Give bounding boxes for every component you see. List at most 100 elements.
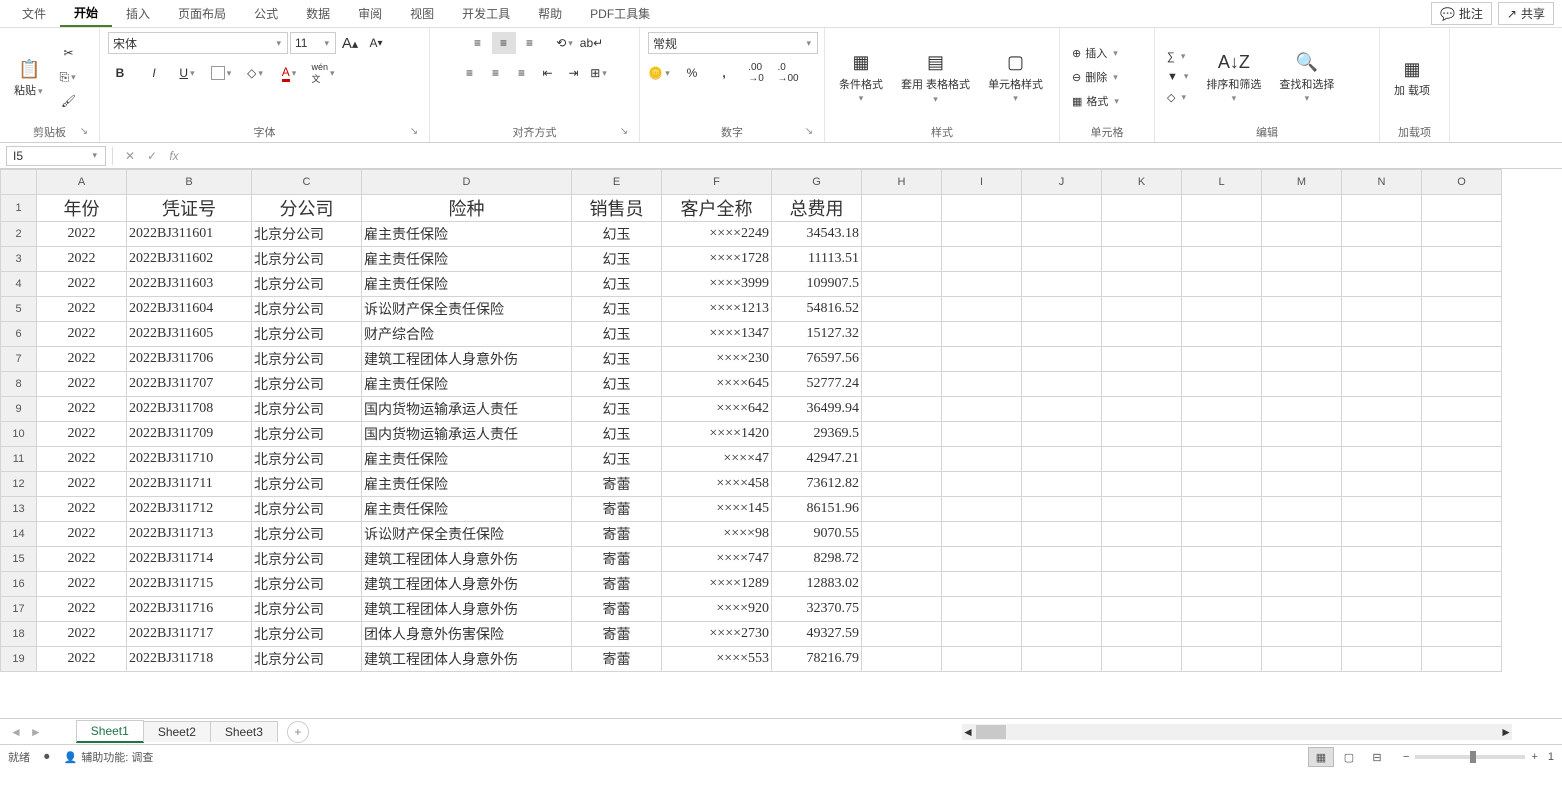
sheet-tab-1[interactable]: Sheet1 <box>76 720 144 743</box>
cell-M11[interactable] <box>1262 447 1342 472</box>
cell-I1[interactable] <box>942 195 1022 222</box>
cell-A6[interactable]: 2022 <box>37 322 127 347</box>
cell-D17[interactable]: 建筑工程团体人身意外伤 <box>362 597 572 622</box>
fx-button[interactable]: fx <box>163 149 185 163</box>
cell-K4[interactable] <box>1102 272 1182 297</box>
row-header-17[interactable]: 17 <box>1 597 37 622</box>
cell-F5[interactable]: ××××1213 <box>662 297 772 322</box>
cell-O1[interactable] <box>1422 195 1502 222</box>
cell-K16[interactable] <box>1102 572 1182 597</box>
cell-K6[interactable] <box>1102 322 1182 347</box>
cell-J1[interactable] <box>1022 195 1102 222</box>
cell-J9[interactable] <box>1022 397 1102 422</box>
cell-D7[interactable]: 建筑工程团体人身意外伤 <box>362 347 572 372</box>
col-header-C[interactable]: C <box>252 170 362 195</box>
cell-C13[interactable]: 北京分公司 <box>252 497 362 522</box>
number-format-select[interactable]: 常规▾ <box>648 32 818 54</box>
cell-J3[interactable] <box>1022 247 1102 272</box>
cell-I7[interactable] <box>942 347 1022 372</box>
horizontal-scrollbar[interactable]: ◄► <box>962 724 1512 740</box>
cell-G11[interactable]: 42947.21 <box>772 447 862 472</box>
cell-B4[interactable]: 2022BJ311603 <box>127 272 252 297</box>
cell-C10[interactable]: 北京分公司 <box>252 422 362 447</box>
cell-K11[interactable] <box>1102 447 1182 472</box>
cell-B3[interactable]: 2022BJ311602 <box>127 247 252 272</box>
cell-J14[interactable] <box>1022 522 1102 547</box>
cell-O11[interactable] <box>1422 447 1502 472</box>
cell-C2[interactable]: 北京分公司 <box>252 222 362 247</box>
cell-L11[interactable] <box>1182 447 1262 472</box>
cell-K19[interactable] <box>1102 647 1182 672</box>
cell-I5[interactable] <box>942 297 1022 322</box>
cell-M16[interactable] <box>1262 572 1342 597</box>
cell-A3[interactable]: 2022 <box>37 247 127 272</box>
cell-F16[interactable]: ××××1289 <box>662 572 772 597</box>
cell-A14[interactable]: 2022 <box>37 522 127 547</box>
merge-cells-button[interactable]: ⊞▾ <box>588 62 612 84</box>
cell-O8[interactable] <box>1422 372 1502 397</box>
cell-D3[interactable]: 雇主责任保险 <box>362 247 572 272</box>
cell-C8[interactable]: 北京分公司 <box>252 372 362 397</box>
cell-O14[interactable] <box>1422 522 1502 547</box>
cell-B7[interactable]: 2022BJ311706 <box>127 347 252 372</box>
cell-O2[interactable] <box>1422 222 1502 247</box>
cell-N11[interactable] <box>1342 447 1422 472</box>
cell-M2[interactable] <box>1262 222 1342 247</box>
cell-M8[interactable] <box>1262 372 1342 397</box>
cell-B13[interactable]: 2022BJ311712 <box>127 497 252 522</box>
col-header-O[interactable]: O <box>1422 170 1502 195</box>
cell-I13[interactable] <box>942 497 1022 522</box>
paste-button[interactable]: 📋 粘贴▾ <box>8 53 51 100</box>
col-header-L[interactable]: L <box>1182 170 1262 195</box>
cell-G16[interactable]: 12883.02 <box>772 572 862 597</box>
cell-F9[interactable]: ××××642 <box>662 397 772 422</box>
cell-N3[interactable] <box>1342 247 1422 272</box>
cell-L13[interactable] <box>1182 497 1262 522</box>
cell-D9[interactable]: 国内货物运输承运人责任 <box>362 397 572 422</box>
cell-L16[interactable] <box>1182 572 1262 597</box>
cell-D16[interactable]: 建筑工程团体人身意外伤 <box>362 572 572 597</box>
cell-style-button[interactable]: ▢单元格样式▾ <box>982 47 1049 107</box>
col-header-N[interactable]: N <box>1342 170 1422 195</box>
cell-L1[interactable] <box>1182 195 1262 222</box>
cell-J17[interactable] <box>1022 597 1102 622</box>
cell-M12[interactable] <box>1262 472 1342 497</box>
cell-B10[interactable]: 2022BJ311709 <box>127 422 252 447</box>
menu-tab-pdf[interactable]: PDF工具集 <box>576 1 664 26</box>
cell-D4[interactable]: 雇主责任保险 <box>362 272 572 297</box>
menu-tab-data[interactable]: 数据 <box>292 1 344 26</box>
cell-O16[interactable] <box>1422 572 1502 597</box>
cell-M6[interactable] <box>1262 322 1342 347</box>
cell-D18[interactable]: 团体人身意外伤害保险 <box>362 622 572 647</box>
col-header-F[interactable]: F <box>662 170 772 195</box>
cell-F19[interactable]: ××××553 <box>662 647 772 672</box>
cell-H4[interactable] <box>862 272 942 297</box>
cell-K9[interactable] <box>1102 397 1182 422</box>
cell-C19[interactable]: 北京分公司 <box>252 647 362 672</box>
cell-B2[interactable]: 2022BJ311601 <box>127 222 252 247</box>
cell-G5[interactable]: 54816.52 <box>772 297 862 322</box>
fill-button[interactable]: ▼▾ <box>1163 69 1194 85</box>
cell-J6[interactable] <box>1022 322 1102 347</box>
cell-O10[interactable] <box>1422 422 1502 447</box>
cell-G18[interactable]: 49327.59 <box>772 622 862 647</box>
cell-D10[interactable]: 国内货物运输承运人责任 <box>362 422 572 447</box>
cell-B1[interactable]: 凭证号 <box>127 195 252 222</box>
cell-E9[interactable]: 幻玉 <box>572 397 662 422</box>
cell-N19[interactable] <box>1342 647 1422 672</box>
cell-G17[interactable]: 32370.75 <box>772 597 862 622</box>
cell-J15[interactable] <box>1022 547 1102 572</box>
cell-L5[interactable] <box>1182 297 1262 322</box>
cell-I17[interactable] <box>942 597 1022 622</box>
cell-H8[interactable] <box>862 372 942 397</box>
cell-G3[interactable]: 11113.51 <box>772 247 862 272</box>
cell-G7[interactable]: 76597.56 <box>772 347 862 372</box>
cell-H18[interactable] <box>862 622 942 647</box>
cell-C7[interactable]: 北京分公司 <box>252 347 362 372</box>
clear-button[interactable]: ◇▾ <box>1163 89 1194 106</box>
conditional-format-button[interactable]: ▦条件格式▾ <box>833 47 889 107</box>
cell-E5[interactable]: 幻玉 <box>572 297 662 322</box>
cell-L3[interactable] <box>1182 247 1262 272</box>
cell-M5[interactable] <box>1262 297 1342 322</box>
row-header-8[interactable]: 8 <box>1 372 37 397</box>
